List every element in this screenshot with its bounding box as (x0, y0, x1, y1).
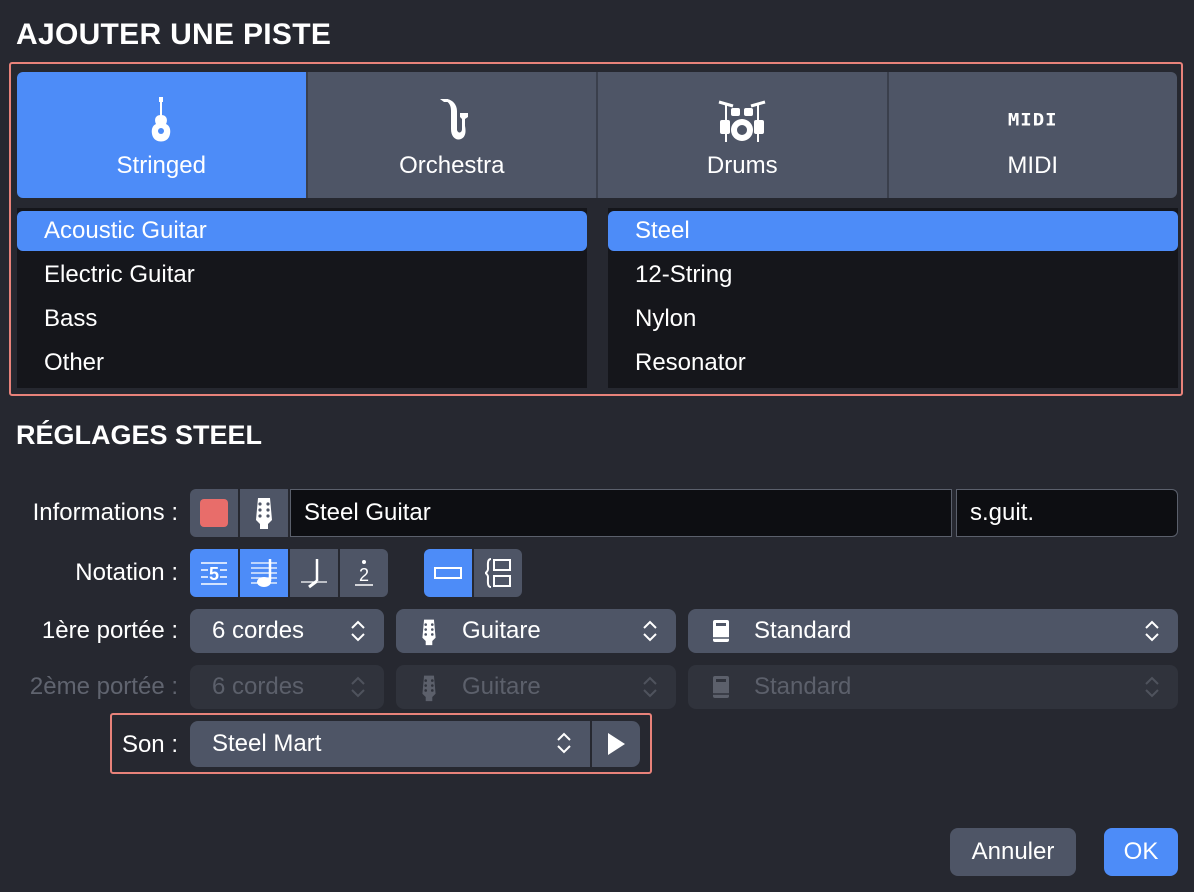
guitar-head-icon (256, 498, 272, 529)
guitar-head-icon (422, 675, 436, 702)
list-item[interactable]: Other (17, 343, 587, 383)
rhythm-slash-icon (301, 559, 327, 589)
book-icon (713, 620, 729, 642)
rhythm-notation-toggle[interactable] (290, 549, 338, 597)
standard-notation-toggle[interactable] (240, 549, 288, 597)
tablature-icon: 5 (201, 562, 227, 585)
staff1-label: 1ère portée : (41, 617, 178, 644)
drum-kit-icon (712, 94, 772, 146)
info-label: Informations : (32, 499, 178, 526)
play-sound-button[interactable] (592, 721, 640, 767)
midi-icon: MIDI (1003, 94, 1063, 146)
saxophone-icon (422, 94, 482, 146)
list-item[interactable]: Electric Guitar (17, 255, 587, 295)
color-picker-button[interactable] (190, 489, 238, 537)
track-name-field[interactable]: Steel Guitar (290, 489, 952, 537)
staff2-instrument-select: Guitare (396, 665, 676, 709)
tab-midi[interactable]: MIDI MIDI (888, 72, 1177, 198)
tab-label: Drums (706, 152, 778, 179)
updown-chevron-icon (1145, 676, 1159, 698)
midi-icon-text: MIDI (1007, 110, 1058, 130)
notation-label: Notation : (75, 559, 178, 586)
staff1-strings-select[interactable]: 6 cordes (190, 609, 384, 653)
select-value: 6 cordes (212, 673, 305, 700)
tab-label: Stringed (116, 152, 206, 179)
book-icon (713, 676, 729, 698)
play-icon (608, 733, 625, 755)
select-value: Guitare (462, 673, 541, 700)
numbered-notation-icon: 2 (355, 560, 373, 586)
select-value: 6 cordes (212, 617, 305, 644)
dialog-title: AJOUTER UNE PISTE (16, 18, 332, 51)
tab-label: MIDI (1007, 152, 1059, 179)
numbered-notation-toggle[interactable]: 2 (340, 549, 388, 597)
sound-label: Son : (121, 731, 178, 758)
guitar-head-icon (422, 619, 436, 646)
grand-staff-icon (484, 558, 511, 588)
list-item[interactable]: Nylon (608, 299, 1178, 339)
sound-select[interactable]: Steel Mart (190, 721, 590, 767)
staff2-tuning-select: Standard (688, 665, 1178, 709)
settings-title: RÉGLAGES STEEL (16, 420, 263, 450)
list-item[interactable]: Steel (608, 211, 1178, 251)
list-item[interactable]: Bass (17, 299, 587, 339)
tab-stringed[interactable]: Stringed (17, 72, 308, 198)
category-tabs: Stringed Orchestra Drums MIDI MIDI (17, 72, 1177, 198)
staff1-instrument-select[interactable]: Guitare (396, 609, 676, 653)
tab-digit: 5 (209, 564, 219, 584)
updown-chevron-icon (1145, 620, 1159, 642)
updown-chevron-icon (643, 676, 657, 698)
guitar-icon (131, 94, 191, 146)
instrument-icon-button[interactable] (240, 489, 288, 537)
cancel-button[interactable]: Annuler (950, 828, 1076, 876)
tab-label: Orchestra (399, 152, 505, 179)
select-value: Standard (754, 617, 852, 644)
staff-note-icon (251, 559, 277, 587)
ok-button[interactable]: OK (1104, 828, 1178, 876)
instrument-list: Acoustic Guitar Electric Guitar Bass Oth… (17, 208, 587, 388)
single-staff-icon (434, 567, 462, 579)
variant-list: Steel 12-String Nylon Resonator (608, 208, 1178, 388)
updown-chevron-icon (557, 732, 571, 754)
updown-chevron-icon (351, 676, 365, 698)
grand-staff-toggle[interactable] (474, 549, 522, 597)
tab-drums[interactable]: Drums (598, 72, 889, 198)
staff1-tuning-select[interactable]: Standard (688, 609, 1178, 653)
staff2-strings-select: 6 cordes (190, 665, 384, 709)
select-value: Standard (754, 673, 852, 700)
list-item[interactable]: Resonator (608, 343, 1178, 383)
list-item[interactable]: Acoustic Guitar (17, 211, 587, 251)
tablature-toggle[interactable]: 5 (190, 549, 238, 597)
single-staff-toggle[interactable] (424, 549, 472, 597)
track-abbreviation-field[interactable]: s.guit. (956, 489, 1178, 537)
select-value: Steel Mart (212, 730, 322, 757)
color-swatch (200, 499, 228, 527)
staff2-label: 2ème portée : (29, 673, 178, 700)
updown-chevron-icon (643, 620, 657, 642)
list-item[interactable]: 12-String (608, 255, 1178, 295)
updown-chevron-icon (351, 620, 365, 642)
select-value: Guitare (462, 617, 541, 644)
numbered-digit: 2 (359, 565, 369, 585)
tab-orchestra[interactable]: Orchestra (307, 72, 598, 198)
